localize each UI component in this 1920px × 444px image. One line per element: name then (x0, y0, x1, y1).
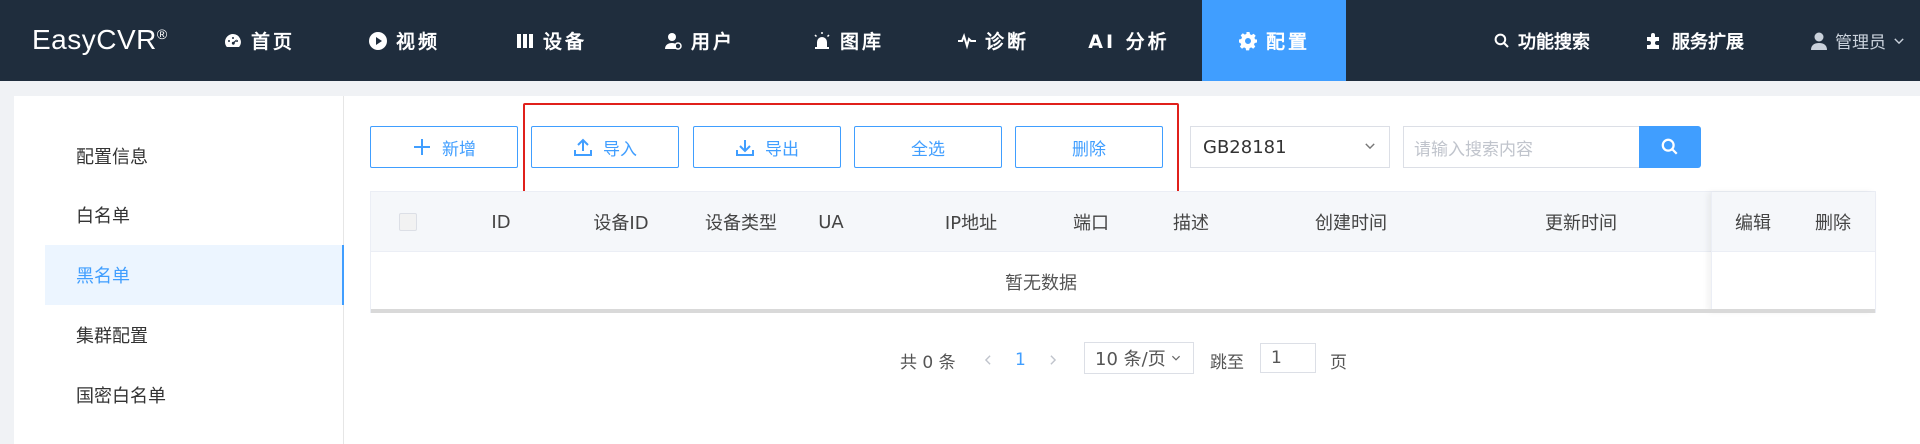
sidebar-item-whitelist[interactable]: 白名单 (45, 185, 344, 245)
user-menu[interactable]: 管理员 (1809, 0, 1906, 81)
page-suffix: 页 (1330, 352, 1347, 373)
page-size-select[interactable]: 10 条/页 (1084, 342, 1194, 374)
main-panel: 配置信息 白名单 黑名单 集群配置 国密白名单 新增 导入 导出 全选 删除 G… (14, 96, 1920, 444)
column-port: 端口 (1073, 213, 1109, 234)
device-icon (516, 33, 533, 48)
export-button-label: 导出 (765, 139, 799, 160)
export-button[interactable]: 导出 (693, 126, 841, 168)
dashboard-icon (224, 33, 241, 47)
column-desc: 描述 (1173, 213, 1209, 234)
search-icon (1661, 138, 1678, 155)
chevron-down-icon (1894, 37, 1904, 44)
chevron-down-icon (1171, 355, 1180, 361)
upload-icon (574, 138, 592, 156)
select-all-checkbox[interactable] (399, 213, 417, 231)
chevron-left-icon (984, 355, 991, 365)
nav-home-label: 首页 (250, 31, 295, 53)
brand-logo[interactable]: EasyCVR® (32, 24, 168, 56)
empty-state: 暂无数据 (1005, 273, 1077, 294)
add-button[interactable]: 新增 (370, 126, 518, 168)
download-icon (736, 140, 754, 156)
nav-ai[interactable]: AI 分析 (1068, 0, 1190, 81)
user-name: 管理员 (1835, 33, 1886, 53)
page-size-value: 10 条/页 (1095, 349, 1166, 370)
nav-diagnose-label: 诊断 (984, 31, 1029, 53)
column-device-id: 设备ID (593, 213, 649, 234)
plus-icon (414, 139, 430, 155)
blacklist-table: ID 设备ID 设备类型 UA IP地址 端口 描述 创建时间 更新时间 编辑 … (370, 191, 1876, 313)
puzzle-icon (1647, 32, 1659, 49)
nav-config-label: 配置 (1265, 31, 1310, 53)
goto-label: 跳至 (1210, 352, 1244, 373)
sidebar-item-blacklist[interactable]: 黑名单 (45, 245, 344, 305)
column-ua: UA (818, 211, 844, 233)
gear-icon (1238, 31, 1257, 50)
next-page-button[interactable] (1046, 344, 1060, 376)
feature-search-label: 功能搜索 (1518, 31, 1590, 53)
page-1[interactable]: 1 (1015, 344, 1026, 376)
nav-user[interactable]: 用户 (638, 0, 760, 81)
import-button-label: 导入 (603, 139, 637, 160)
nav-home[interactable]: 首页 (198, 0, 320, 81)
select-all-label: 全选 (911, 139, 945, 160)
avatar-icon (1811, 32, 1827, 50)
feature-search-button[interactable]: 功能搜索 (1494, 0, 1590, 81)
nav-config[interactable]: 配置 (1202, 0, 1346, 81)
table-header: ID 设备ID 设备类型 UA IP地址 端口 描述 创建时间 更新时间 编辑 … (371, 192, 1875, 252)
nav-ai-label: AI 分析 (1088, 31, 1170, 53)
protocol-select-value: GB28181 (1203, 136, 1287, 158)
sidebar-item-cluster[interactable]: 集群配置 (45, 305, 344, 365)
chevron-right-icon (1050, 355, 1057, 365)
nav-gallery-label: 图库 (839, 31, 884, 53)
search-icon (1494, 33, 1509, 48)
column-created: 创建时间 (1315, 213, 1387, 234)
alarm-light-icon (814, 31, 830, 49)
add-button-label: 新增 (442, 139, 476, 160)
sidebar-item-config-info[interactable]: 配置信息 (45, 126, 344, 186)
sidebar-item-sm-whitelist[interactable]: 国密白名单 (45, 365, 344, 425)
nav-gallery[interactable]: 图库 (787, 0, 909, 81)
search-placeholder: 请输入搜索内容 (1414, 139, 1533, 160)
top-navbar: EasyCVR® 首页 视频 设备 用户 图库 诊断 AI 分析 配置 功能搜索… (0, 0, 1920, 81)
horizontal-scrollbar[interactable] (371, 309, 1875, 313)
pulse-icon (957, 32, 976, 50)
nav-device-label: 设备 (542, 31, 587, 53)
protocol-select[interactable]: GB28181 (1190, 126, 1390, 168)
sidebar-item-label: 配置信息 (76, 147, 148, 168)
column-updated: 更新时间 (1545, 213, 1617, 234)
sidebar-item-label: 国密白名单 (76, 386, 166, 407)
delete-button[interactable]: 删除 (1015, 126, 1163, 168)
column-ip: IP地址 (944, 213, 998, 234)
chevron-down-icon (1365, 143, 1375, 150)
nav-video[interactable]: 视频 (343, 0, 465, 81)
prev-page-button[interactable] (981, 344, 995, 376)
fixed-actions-column (1711, 192, 1875, 312)
nav-diagnose[interactable]: 诊断 (932, 0, 1054, 81)
search-button[interactable] (1639, 126, 1701, 168)
column-id: ID (491, 211, 511, 233)
total-count: 共 0 条 (900, 352, 956, 373)
sidebar-item-label: 集群配置 (76, 326, 148, 347)
sidebar-item-label: 黑名单 (76, 266, 130, 287)
nav-device[interactable]: 设备 (490, 0, 612, 81)
select-all-button[interactable]: 全选 (854, 126, 1002, 168)
service-extend-button[interactable]: 服务扩展 (1644, 0, 1744, 81)
nav-video-label: 视频 (395, 31, 440, 53)
column-device-type: 设备类型 (705, 213, 777, 234)
service-extend-label: 服务扩展 (1672, 31, 1744, 53)
delete-button-label: 删除 (1072, 139, 1106, 160)
play-icon (368, 31, 387, 50)
search-input[interactable]: 请输入搜索内容 (1403, 126, 1639, 168)
import-button[interactable]: 导入 (531, 126, 679, 168)
goto-page-input[interactable]: 1 (1260, 343, 1316, 373)
nav-user-label: 用户 (690, 31, 735, 53)
sidebar-item-label: 白名单 (76, 206, 130, 227)
user-icon (664, 32, 682, 50)
config-sidebar: 配置信息 白名单 黑名单 集群配置 国密白名单 (14, 96, 344, 444)
